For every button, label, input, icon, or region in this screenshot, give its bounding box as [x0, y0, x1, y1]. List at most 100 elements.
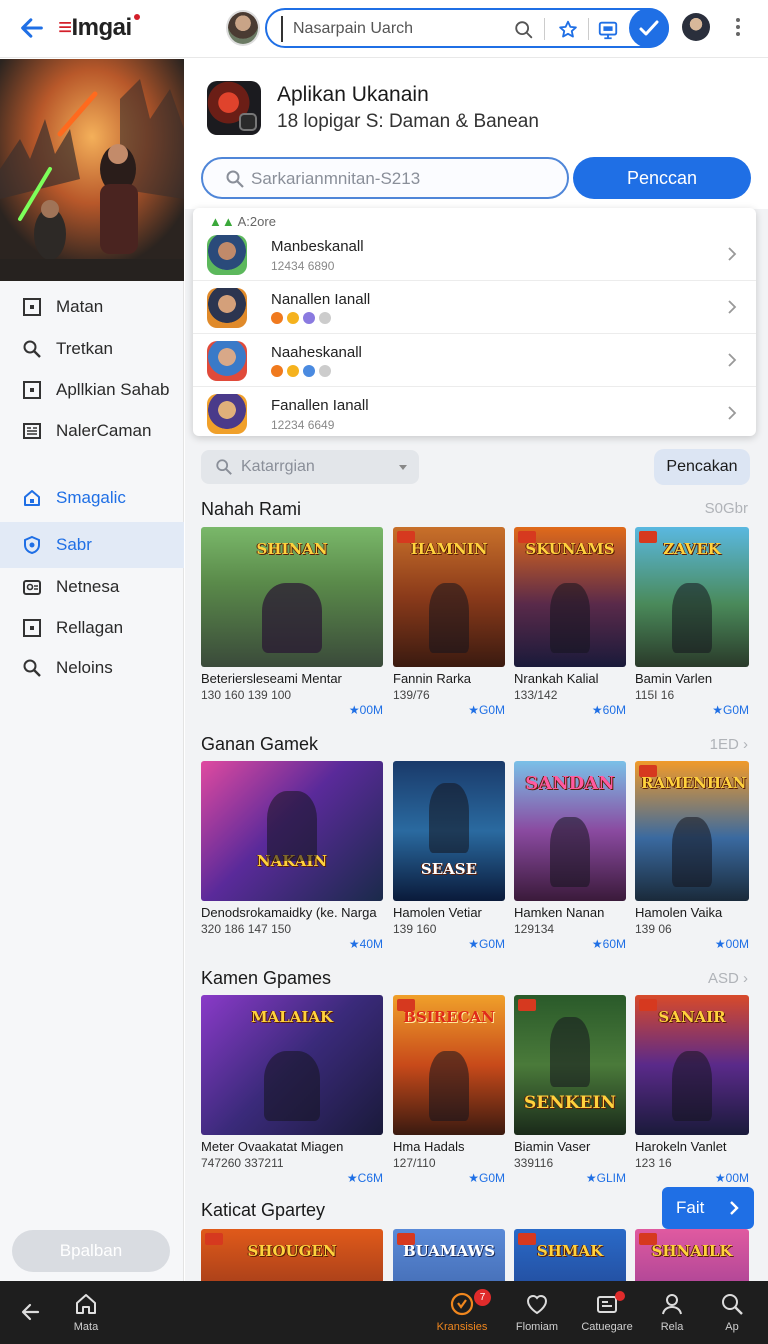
chevron-right-icon [728, 353, 737, 367]
game-card[interactable]: SANDAN Hamken Nanan 129134 ★60M [514, 761, 626, 951]
suggestion-row[interactable]: Fanallen Ianall 12234 6649 [193, 387, 756, 440]
game-meta: 747260 337211 [201, 1156, 284, 1170]
notification-dot [615, 1291, 625, 1301]
suggestions-header: ▲▲ A:2ore [209, 214, 276, 229]
app-icon[interactable] [207, 81, 261, 135]
game-card[interactable]: SENKEIN Biamin Vaser 339116 ★GLIM [514, 995, 626, 1185]
primary-search-button[interactable]: Penccan [573, 157, 751, 199]
game-meta: 339116 [514, 1156, 554, 1170]
suggestions-dropdown: ▲▲ A:2ore Manbeskanall 12434 6890 Nanall… [193, 208, 756, 436]
app-logo[interactable]: ≡Imgai [58, 14, 140, 42]
bottom-nav-games[interactable]: Kransisies 7 [430, 1289, 494, 1341]
game-card[interactable]: ZAVEK Bamin Varlen 115I 16 ★G0M [635, 527, 749, 717]
sidebar-item-matan[interactable]: Matan [0, 287, 184, 327]
filter-button[interactable]: Pencakan [654, 449, 750, 485]
game-name: Fannin Rarka [393, 671, 472, 686]
suggestion-row[interactable]: Naaheskanall [193, 334, 756, 387]
bottom-nav-categories[interactable]: Catuegare [575, 1289, 639, 1341]
sidebar-item-neloins[interactable]: Neloins [0, 648, 184, 688]
list-icon [23, 423, 41, 439]
game-card[interactable]: SHNAILK [635, 1229, 749, 1281]
check-button[interactable] [629, 8, 669, 48]
game-thumbnail: BSIRECAN [393, 995, 505, 1135]
bottom-nav-profile[interactable]: Rela [640, 1289, 704, 1341]
game-name: Hamolen Vaika [635, 905, 723, 920]
sidebar-item-smagalic[interactable]: Smagalic [0, 478, 184, 518]
sidebar-item-sabr[interactable]: Sabr [0, 522, 184, 568]
sidebar-item-label: Sabr [56, 535, 92, 554]
search-icon [216, 459, 232, 475]
section-more-link[interactable]: ASD › [708, 970, 748, 987]
game-card[interactable]: BUAMAWS [393, 1229, 505, 1281]
game-rating: ★G0M [468, 1171, 505, 1185]
chevron-right-icon [730, 1201, 739, 1215]
profile-avatar[interactable] [682, 13, 710, 41]
game-card[interactable]: RAMENHAN Hamolen Vaika 139 06 ★00M [635, 761, 749, 951]
category-select[interactable]: Katarrgian [201, 450, 419, 484]
floating-action-button[interactable]: Fait [662, 1187, 754, 1229]
notification-badge: 7 [474, 1289, 491, 1306]
game-name: Hamolen Vetiar [393, 905, 482, 920]
screen-icon[interactable] [597, 19, 619, 41]
suggestion-meta: 12234 6649 [271, 418, 335, 432]
suggestion-name: Naaheskanall [271, 344, 362, 361]
game-name: Beteriersleseami Mentar [201, 671, 342, 686]
app-subtitle: 18 lopigar S: Daman & Banean [277, 111, 539, 132]
game-card[interactable]: NAKAIN Denodsrokamaidky (ke. Narga 320 1… [201, 761, 383, 951]
square-icon [23, 298, 41, 316]
sidebar-item-label: Netnesa [56, 577, 120, 596]
hero-banner-image[interactable] [0, 59, 184, 281]
game-card[interactable]: HAMNIN Fannin Rarka 139/76 ★G0M [393, 527, 505, 717]
game-name: Nrankah Kalial [514, 671, 599, 686]
game-thumbnail: SEASE [393, 761, 505, 901]
sidebar-item-rellagan[interactable]: Rellagan [0, 608, 184, 648]
chevron-right-icon [728, 300, 737, 314]
bottom-nav-search[interactable]: Ap [700, 1289, 764, 1341]
game-thumbnail: SHMAK [514, 1229, 626, 1281]
suggestion-row[interactable]: Manbeskanall 12434 6890 [193, 228, 756, 281]
bottom-nav-home[interactable]: Mata [54, 1289, 118, 1341]
sidebar-item-label: Tretkan [56, 339, 114, 358]
game-name: Bamin Varlen [635, 671, 713, 686]
sidebar-item-label: NalerCaman [56, 421, 152, 440]
game-card[interactable]: SHINAN Beteriersleseami Mentar 130 160 1… [201, 527, 383, 717]
game-rating: ★60M [591, 703, 626, 717]
game-thumbnail: RAMENHAN [635, 761, 749, 901]
star-icon[interactable] [557, 19, 579, 41]
search-input[interactable] [281, 16, 511, 42]
profile-icon [662, 1294, 682, 1315]
game-card[interactable]: SHMAK [514, 1229, 626, 1281]
game-meta: 139 160 [393, 922, 437, 936]
sidebar-bottom-button[interactable]: Bpalban [12, 1230, 170, 1272]
bottom-nav-favorites[interactable]: Flomiam [505, 1289, 569, 1341]
sidebar-item-nalercaman[interactable]: NalerCaman [0, 411, 184, 451]
back-arrow-icon[interactable] [20, 1301, 42, 1323]
user-avatar[interactable] [226, 10, 260, 46]
section-more-link[interactable]: S0Gbr [705, 500, 748, 517]
game-card[interactable]: MALAIAK Meter Ovaakatat Miagen 747260 33… [201, 995, 383, 1185]
logo-text: Imgai [71, 14, 133, 41]
game-card[interactable]: BSIRECAN Hma Hadals 127/110 ★G0M [393, 995, 505, 1185]
suggestion-avatar [207, 394, 247, 434]
game-thumbnail: SHINAN [201, 527, 383, 667]
chevron-right-icon [728, 247, 737, 261]
game-card[interactable]: SEASE Hamolen Vetiar 139 160 ★G0M [393, 761, 505, 951]
sidebar-item-apllkian-sahab[interactable]: Apllkian Sahab [0, 370, 184, 410]
search-icon[interactable] [513, 19, 535, 41]
sidebar-item-netnesa[interactable]: Netnesa [0, 567, 184, 607]
game-thumbnail: HAMNIN [393, 527, 505, 667]
game-thumbnail: MALAIAK [201, 995, 383, 1135]
game-card[interactable]: SKUNAMS Nrankah Kalial 133/142 ★60M [514, 527, 626, 717]
game-meta: 133/142 [514, 688, 558, 702]
suggestion-row[interactable]: Nanallen Ianall [193, 281, 756, 334]
game-meta: 129134 [514, 922, 555, 936]
section-title: Katicat Gpartey [201, 1200, 326, 1220]
game-card[interactable]: SHOUGEN [201, 1229, 383, 1281]
game-card[interactable]: SANAIR Harokeln Vanlet 123 16 ★00M [635, 995, 749, 1185]
more-menu-icon[interactable] [733, 16, 743, 38]
app-search-input[interactable] [251, 167, 551, 191]
section-more-link[interactable]: 1ED › [710, 736, 748, 753]
back-arrow-icon[interactable] [18, 14, 46, 42]
bottom-nav-label: Flomiam [515, 1321, 559, 1333]
sidebar-item-tretkan[interactable]: Tretkan [0, 329, 184, 369]
